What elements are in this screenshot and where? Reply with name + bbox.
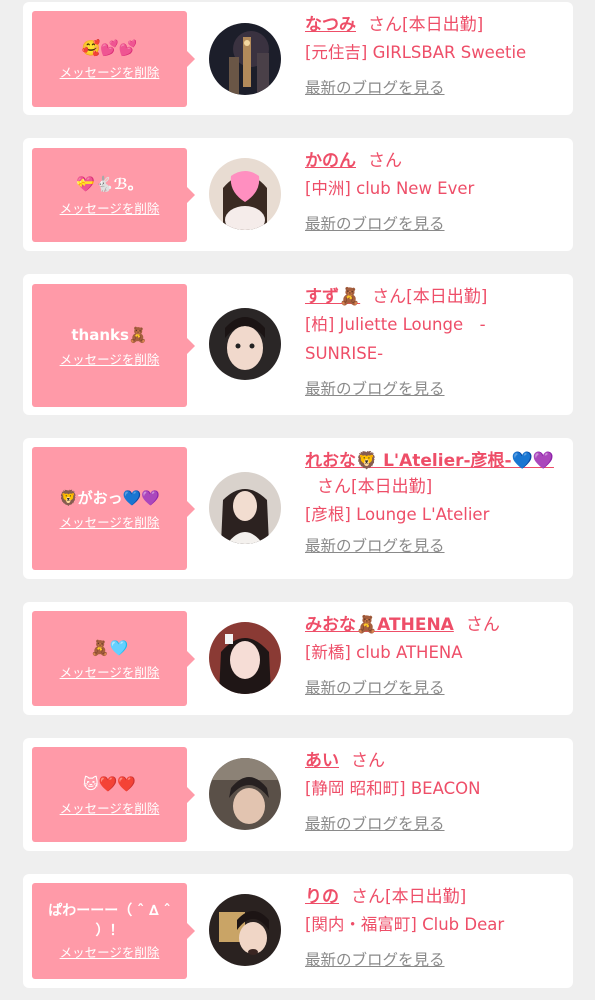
delete-message-link[interactable]: メッセージを削除 [60, 665, 160, 681]
avatar[interactable] [209, 758, 281, 830]
latest-blog-link[interactable]: 最新のブログを見る [305, 212, 445, 236]
avatar[interactable] [209, 894, 281, 966]
name-line: りの さん[本日出勤] [305, 884, 563, 910]
cast-info: すず🧸 さん[本日出勤] [柏] Juliette Lounge -SUNRISE… [305, 284, 563, 401]
latest-blog-link[interactable]: 最新のブログを見る [305, 948, 445, 972]
message-card: 🥰💕💕 メッセージを削除 なつみ さん[本日出勤] [元住吉] GIRLSBAR … [23, 2, 573, 115]
delete-message-link[interactable]: メッセージを削除 [60, 801, 160, 817]
name-line: みおな🧸ATHENA さん [305, 612, 563, 638]
message-bubble: 🧸🩵 メッセージを削除 [32, 611, 195, 706]
cast-info: りの さん[本日出勤] [関内・福富町] Club Dear 最新のブログを見る [305, 884, 563, 972]
message-text: 🐱❤️❤️ [83, 774, 136, 793]
latest-blog-link[interactable]: 最新のブログを見る [305, 812, 445, 836]
cast-info: なつみ さん[本日出勤] [元住吉] GIRLSBAR Sweetie 最新のブロ… [305, 12, 563, 100]
message-bubble: 🐱❤️❤️ メッセージを削除 [32, 747, 195, 842]
shop-name: [元住吉] GIRLSBAR Sweetie [305, 43, 527, 62]
status-badge: [本日出勤] [385, 887, 467, 907]
honorific: さん [372, 287, 407, 307]
honorific: さん [368, 151, 402, 171]
avatar[interactable] [209, 472, 281, 544]
avatar[interactable] [209, 23, 281, 95]
status-badge: [本日出勤] [351, 477, 433, 497]
shop-name: [中洲] club New Ever [305, 179, 475, 198]
message-card: thanks🧸 メッセージを削除 すず🧸 さん[本日出勤] [柏] Juliett… [23, 274, 573, 415]
status-badge: [本日出勤] [406, 287, 488, 307]
latest-blog-link[interactable]: 最新のブログを見る [305, 676, 445, 700]
message-bubble: ぱわーーー（ ˆ ∆ ˆ ）！ メッセージを削除 [32, 883, 195, 979]
cast-name-link[interactable]: りの [305, 887, 339, 907]
message-text: 💝🐇ℬ。 [76, 175, 143, 193]
delete-message-link[interactable]: メッセージを削除 [60, 65, 160, 81]
message-card: 🐱❤️❤️ メッセージを削除 あい さん [静岡 昭和町] BEACON 最新のブ… [23, 738, 573, 851]
cast-name-link[interactable]: かのん [305, 151, 356, 171]
delete-message-link[interactable]: メッセージを削除 [60, 945, 160, 961]
message-text: 🦁がおっ💙💜 [58, 488, 161, 507]
name-line: すず🧸 さん[本日出勤] [305, 284, 563, 310]
avatar[interactable] [209, 622, 281, 694]
delete-message-link[interactable]: メッセージを削除 [60, 201, 160, 217]
cast-name-link[interactable]: すず🧸 [305, 287, 360, 307]
latest-blog-link[interactable]: 最新のブログを見る [305, 377, 445, 401]
message-text: 🧸🩵 [90, 638, 129, 657]
cast-name-link[interactable]: みおな🧸ATHENA [305, 615, 454, 635]
cast-name-link[interactable]: れおな🦁 L'Atelier-彦根-💙💜 [305, 451, 554, 471]
message-text: 🥰💕💕 [81, 39, 138, 57]
honorific: さん [465, 615, 500, 635]
cast-info: あい さん [静岡 昭和町] BEACON 最新のブログを見る [305, 748, 563, 836]
cast-info: かのん さん [中洲] club New Ever 最新のブログを見る [305, 148, 563, 236]
shop-name: [関内・福富町] Club Dear [305, 915, 505, 934]
name-line: あい さん [305, 748, 563, 774]
avatar[interactable] [209, 158, 281, 230]
name-line: なつみ さん[本日出勤] [305, 12, 563, 38]
delete-message-link[interactable]: メッセージを削除 [60, 352, 160, 368]
message-card: 🦁がおっ💙💜 メッセージを削除 れおな🦁 L'Atelier-彦根-💙💜 さん[本… [23, 438, 573, 579]
delete-message-link[interactable]: メッセージを削除 [60, 515, 160, 531]
message-text: ぱわーーー（ ˆ ∆ ˆ ）！ [48, 903, 171, 939]
honorific: さん [368, 15, 402, 35]
shop-name: [新橋] club ATHENA [305, 643, 463, 662]
cast-info: みおな🧸ATHENA さん [新橋] club ATHENA 最新のブログを見る [305, 612, 563, 700]
shop-name: [静岡 昭和町] BEACON [305, 779, 481, 798]
message-bubble: 💝🐇ℬ。 メッセージを削除 [32, 148, 195, 242]
honorific: さん [351, 751, 385, 771]
name-line: かのん さん [305, 148, 563, 174]
latest-blog-link[interactable]: 最新のブログを見る [305, 76, 445, 100]
cast-name-link[interactable]: なつみ [305, 15, 356, 35]
message-card: 💝🐇ℬ。 メッセージを削除 かのん さん [中洲] club New Ever 最… [23, 138, 573, 251]
cast-info: れおな🦁 L'Atelier-彦根-💙💜 さん[本日出勤] [彦根] Lounge… [305, 448, 563, 558]
message-card: ぱわーーー（ ˆ ∆ ˆ ）！ メッセージを削除 りの さん[本日出勤] [関内・… [23, 874, 573, 988]
avatar[interactable] [209, 308, 281, 380]
name-line: れおな🦁 L'Atelier-彦根-💙💜 さん[本日出勤] [305, 448, 563, 500]
message-bubble: 🥰💕💕 メッセージを削除 [32, 11, 195, 107]
message-bubble: thanks🧸 メッセージを削除 [32, 284, 195, 407]
honorific: さん [317, 477, 351, 497]
message-text: thanks🧸 [71, 325, 148, 344]
message-bubble: 🦁がおっ💙💜 メッセージを削除 [32, 447, 195, 570]
cast-name-link[interactable]: あい [305, 751, 339, 771]
status-badge: [本日出勤] [402, 15, 484, 35]
shop-name: [彦根] Lounge L'Atelier [305, 505, 490, 524]
message-card: 🧸🩵 メッセージを削除 みおな🧸ATHENA さん [新橋] club ATHEN… [23, 602, 573, 715]
latest-blog-link[interactable]: 最新のブログを見る [305, 534, 445, 558]
honorific: さん [351, 887, 385, 907]
shop-name: [柏] Juliette Lounge -SUNRISE- [305, 315, 486, 363]
